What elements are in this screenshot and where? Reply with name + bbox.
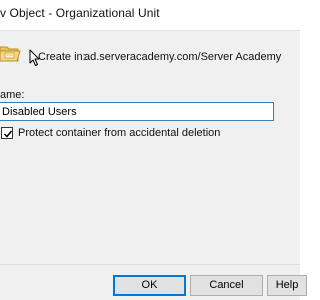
name-input[interactable] — [0, 102, 274, 121]
window-title: v Object - Organizational Unit — [0, 6, 160, 20]
title-bar: v Object - Organizational Unit — [0, 0, 300, 30]
help-button[interactable]: Help — [267, 275, 307, 296]
organizational-unit-folder-icon — [0, 42, 22, 64]
name-label: ame: — [0, 89, 25, 101]
dialog-body — [0, 30, 300, 300]
checkmark-icon — [3, 130, 13, 138]
footer-divider — [0, 264, 300, 265]
ok-button[interactable]: OK — [113, 275, 186, 296]
protect-container-checkbox[interactable] — [1, 127, 13, 139]
protect-container-label[interactable]: Protect container from accidental deleti… — [18, 127, 220, 139]
cancel-button[interactable]: Cancel — [190, 275, 263, 296]
create-in-label: Create in: — [38, 51, 86, 63]
create-in-path: ad.serveracademy.com/Server Academy — [84, 51, 282, 63]
